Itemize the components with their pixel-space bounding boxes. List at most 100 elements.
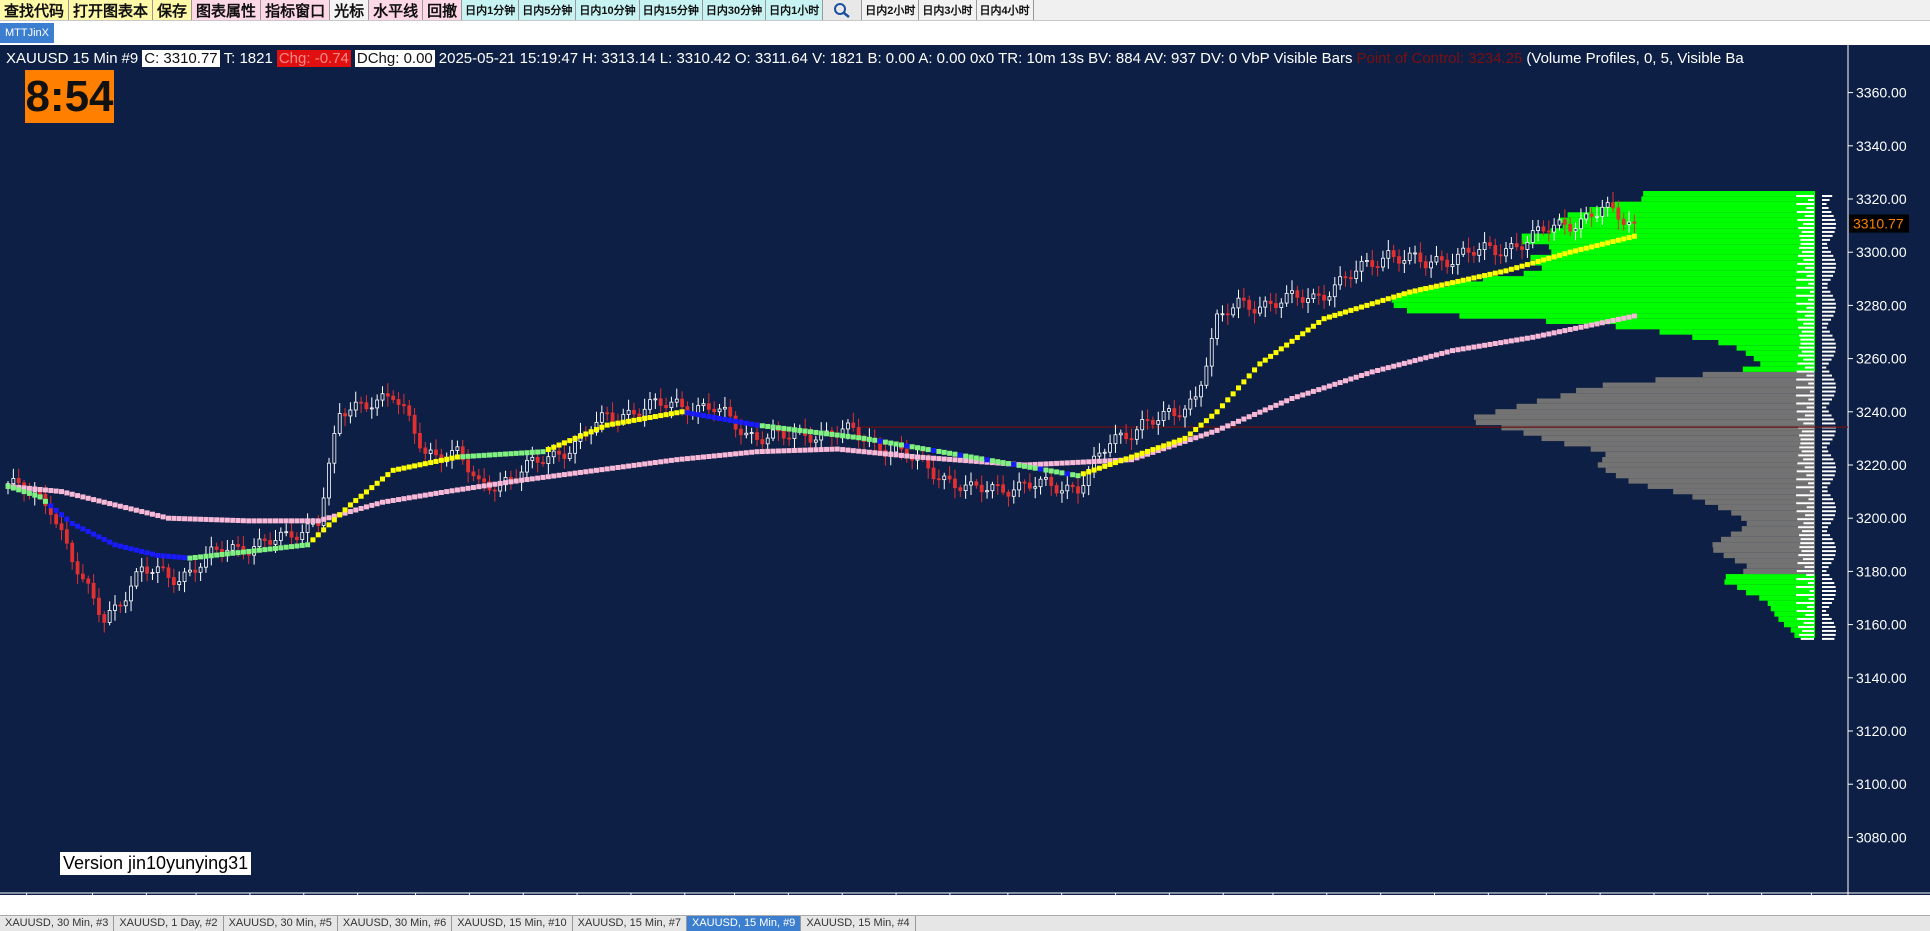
ma-fast-point — [342, 507, 348, 513]
candle-body — [680, 398, 684, 408]
ma-fast-point — [1524, 262, 1530, 268]
ma-fast-point — [749, 421, 755, 427]
ma-slow-point — [433, 490, 439, 496]
profile-tail-mark — [1796, 202, 1814, 205]
ma-slow-point — [1455, 347, 1461, 353]
candle-body — [385, 393, 390, 397]
profile-tail-mark — [1798, 226, 1814, 229]
ma-fast-point — [663, 412, 669, 418]
candle-body — [1134, 429, 1139, 440]
price-chart[interactable]: 3360.00 3340.00 3320.00 3300.00 3280.00 3260.… — [0, 45, 1930, 895]
interval-button-2[interactable]: 日内10分钟 — [576, 0, 640, 20]
profile-tail-mark — [1801, 250, 1814, 253]
sheet-tab[interactable]: XAUUSD, 15 Min, #9 — [686, 916, 802, 931]
ma-fast-point — [915, 445, 920, 451]
candle-body — [1124, 432, 1129, 440]
ma-slow-point — [1503, 339, 1509, 345]
candle-body — [230, 544, 235, 551]
ma-fast-point — [1583, 245, 1589, 251]
ma-slow-point — [567, 471, 573, 477]
volume-profile-bar — [1535, 260, 1815, 266]
candle-body — [1595, 215, 1599, 218]
ma-slow-point — [1310, 388, 1316, 394]
ma-slow-point — [604, 466, 610, 472]
toolbar-button-3[interactable]: 图表属性 — [192, 0, 262, 20]
ma-slow-point — [727, 451, 733, 457]
profile-tail-mark — [1822, 534, 1831, 537]
profile-tail-mark — [1796, 286, 1814, 289]
sheet-tab[interactable]: XAUUSD, 30 Min, #6 — [338, 916, 453, 931]
ma-slow-point — [674, 457, 680, 463]
toolbar-button-4[interactable]: 指标窗口 — [261, 0, 331, 20]
toolbar-button-7[interactable]: 回撤 — [423, 0, 463, 20]
ma-fast-point — [1573, 248, 1579, 254]
ma-slow-point — [214, 517, 220, 523]
profile-tail-mark — [1806, 506, 1814, 509]
toolbar-button-1[interactable]: 打开图表本 — [69, 0, 154, 20]
ma-slow-point — [1508, 338, 1514, 344]
candle-body — [1209, 337, 1214, 367]
ma-slow-point — [920, 454, 926, 460]
volume-profile-bar — [1590, 446, 1815, 452]
profile-tail-mark — [1822, 633, 1836, 636]
interval-button-3[interactable]: 日内15分钟 — [639, 0, 703, 20]
sheet-tab[interactable]: XAUUSD, 30 Min, #5 — [224, 916, 338, 931]
price-tick-label: 3280.00 — [1856, 297, 1907, 313]
candle-body — [1204, 365, 1209, 386]
sheet-tab[interactable]: XAUUSD, 1 Day, #2 — [114, 916, 224, 931]
candle-body — [327, 462, 331, 499]
candle-body — [214, 546, 219, 550]
interval2-button-0[interactable]: 日内2小时 — [862, 0, 920, 20]
ma-slow-point — [1482, 342, 1488, 348]
candle-body — [1113, 434, 1118, 445]
ma-slow-point — [588, 468, 594, 474]
profile-tail-mark — [1796, 386, 1814, 389]
profile-tail-mark — [1800, 438, 1814, 441]
ma-fast-point — [1032, 465, 1038, 471]
interval-button-1[interactable]: 日内5分钟 — [519, 0, 577, 20]
sheet-tab[interactable]: XAUUSD, 30 Min, #3 — [0, 916, 115, 931]
ma-slow-point — [1214, 427, 1220, 433]
sheet-tab[interactable]: XAUUSD, 15 Min, #10 — [452, 916, 573, 931]
ma-fast-point — [1337, 311, 1343, 317]
candle-body — [257, 538, 262, 548]
ma-slow-point — [797, 447, 803, 453]
ma-slow-point — [1498, 340, 1504, 346]
sheet-tab[interactable]: XAUUSD, 15 Min, #7 — [573, 916, 687, 931]
ma-fast-point — [717, 415, 723, 421]
toolbar-button-5[interactable]: 光标 — [330, 0, 370, 20]
profile-tail-mark — [1822, 526, 1829, 529]
toolbar-button-6[interactable]: 水平线 — [369, 0, 424, 20]
ma-fast-point — [176, 554, 182, 560]
interval2-button-1[interactable]: 日内3小时 — [919, 0, 977, 20]
ma-fast-point — [1353, 306, 1359, 312]
interval-button-4[interactable]: 日内30分钟 — [702, 0, 767, 20]
volume-profile-bar — [1541, 435, 1815, 442]
ma-fast-point — [556, 442, 562, 448]
interval-button-5[interactable]: 日内1小时 — [766, 0, 824, 20]
interval2-button-2[interactable]: 日内4小时 — [976, 0, 1034, 20]
tab-mttjinx[interactable]: MTTJinX — [0, 23, 54, 43]
ma-slow-point — [53, 488, 59, 494]
candle-body — [434, 449, 438, 456]
interval-button-0[interactable]: 日内1分钟 — [462, 0, 520, 20]
chart-area[interactable]: 3360.00 3340.00 3320.00 3300.00 3280.00 3260.… — [0, 45, 1930, 895]
ma-slow-point — [396, 497, 402, 503]
candle-body — [648, 399, 652, 410]
ma-slow-point — [866, 449, 872, 455]
profile-tail-mark — [1796, 601, 1814, 604]
profile-tail-mark — [1803, 422, 1814, 425]
ma-slow-point — [310, 518, 316, 524]
magnifier-icon[interactable] — [823, 0, 863, 20]
candle-body — [530, 456, 535, 461]
ma-fast-point — [1139, 450, 1145, 456]
toolbar-button-0[interactable]: 查找代码 — [0, 0, 70, 20]
sheet-tab[interactable]: XAUUSD, 15 Min, #4 — [801, 916, 916, 931]
candle-body — [658, 398, 663, 406]
ma-fast-point — [727, 417, 733, 423]
ma-fast-point — [1300, 331, 1306, 337]
toolbar-button-2[interactable]: 保存 — [153, 0, 193, 20]
ma-slow-point — [882, 451, 888, 457]
ma-slow-point — [754, 449, 760, 455]
ma-fast-point — [583, 431, 589, 437]
